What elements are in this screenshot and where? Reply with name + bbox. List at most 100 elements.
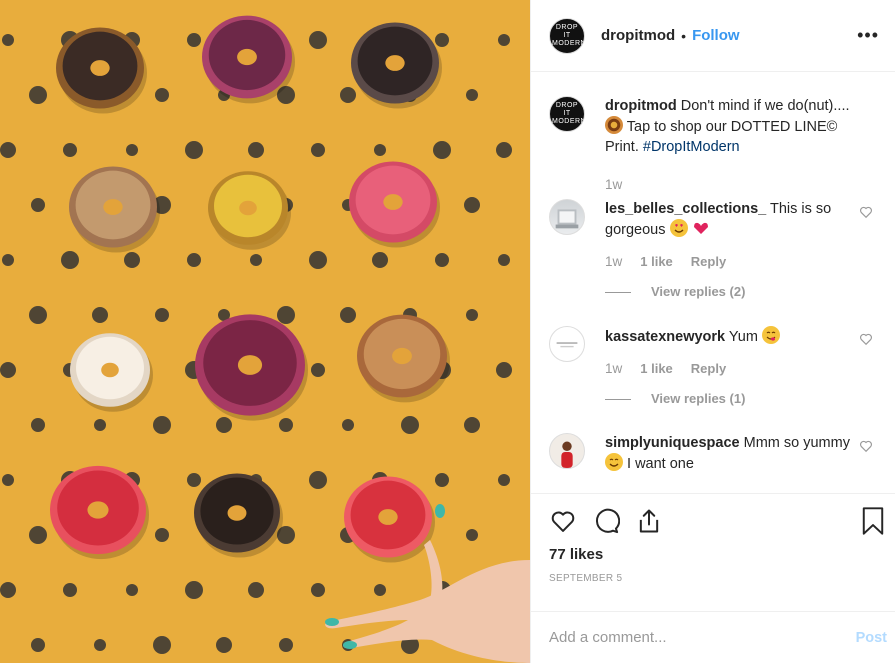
comment-text-start: Mmm so yummy bbox=[743, 435, 850, 451]
comment-age[interactable]: 1w bbox=[605, 252, 622, 272]
pegboard-dot bbox=[433, 141, 451, 159]
heart-icon[interactable] bbox=[549, 507, 577, 535]
pegboard-dot bbox=[311, 363, 325, 377]
pegboard-dot bbox=[2, 34, 14, 46]
pegboard-dot bbox=[279, 638, 293, 652]
pegboard-dot bbox=[435, 473, 449, 487]
comment-username[interactable]: kassatexnewyork bbox=[605, 329, 725, 345]
caption-body: dropitmod Don't mind if we do(nut).... T… bbox=[605, 96, 865, 195]
bookmark-icon[interactable] bbox=[859, 506, 887, 536]
commenter-avatar[interactable] bbox=[549, 326, 585, 362]
comment-likes[interactable]: 1 like bbox=[640, 359, 673, 379]
donut-hole bbox=[90, 60, 110, 76]
post-viewer: DROP IT MODERN dropitmod • Follow ••• DR… bbox=[0, 0, 895, 663]
commenter-avatar[interactable] bbox=[549, 433, 585, 469]
pegboard-dot bbox=[216, 637, 232, 653]
commenter-avatar[interactable] bbox=[549, 199, 585, 235]
pegboard-dot bbox=[309, 251, 327, 269]
caption-username[interactable]: dropitmod bbox=[605, 98, 677, 114]
pegboard-dot bbox=[466, 309, 478, 321]
post-header: DROP IT MODERN dropitmod • Follow ••• bbox=[531, 0, 895, 72]
comment-age[interactable]: 1w bbox=[605, 359, 622, 379]
avatar-person-icon bbox=[561, 441, 573, 468]
comment-item: kassatexnewyork Yum 1w 1 like Reply View… bbox=[549, 326, 879, 409]
like-count[interactable]: 77 likes bbox=[549, 546, 877, 563]
post-comment-button[interactable]: Post bbox=[856, 630, 887, 646]
post-actions: 77 likes SEPTEMBER 5 bbox=[531, 493, 895, 611]
more-options-icon[interactable]: ••• bbox=[857, 25, 879, 46]
caption-age[interactable]: 1w bbox=[605, 175, 622, 195]
donut-hole bbox=[378, 509, 398, 525]
post-side-panel: DROP IT MODERN dropitmod • Follow ••• DR… bbox=[530, 0, 895, 663]
like-comment-heart-icon[interactable] bbox=[859, 205, 873, 219]
donut-photo-image bbox=[0, 0, 530, 663]
pegboard-dot bbox=[155, 308, 169, 322]
view-replies-label[interactable]: View replies (2) bbox=[651, 282, 745, 302]
comment-text: Yum bbox=[728, 329, 758, 345]
share-icon[interactable] bbox=[635, 507, 663, 535]
view-replies[interactable]: View replies (1) bbox=[605, 389, 865, 409]
comment-body: kassatexnewyork Yum 1w 1 like Reply View… bbox=[605, 326, 865, 409]
pegboard-dot bbox=[187, 253, 201, 267]
caption-avatar[interactable]: DROP IT MODERN bbox=[549, 96, 585, 132]
pegboard-dot bbox=[126, 584, 138, 596]
comment-input[interactable] bbox=[549, 629, 856, 646]
donut-hole bbox=[101, 362, 119, 378]
pegboard-dot bbox=[496, 142, 512, 158]
comment-body: simplyuniquespace Mmm so yummy I want on… bbox=[605, 433, 865, 474]
pegboard-dot bbox=[498, 254, 510, 266]
pegboard-dot bbox=[464, 197, 480, 213]
comment-username[interactable]: les_belles_collections_ bbox=[605, 201, 766, 217]
pegboard-dot bbox=[496, 362, 512, 378]
pegboard-dot bbox=[372, 252, 388, 268]
post-photo[interactable] bbox=[0, 0, 530, 663]
view-replies[interactable]: View replies (2) bbox=[605, 282, 865, 302]
heart-eyes-emoji-icon bbox=[669, 219, 688, 237]
pegboard-dot bbox=[61, 251, 79, 269]
caption-text-start: Don't mind if we do(nut).... bbox=[680, 98, 850, 114]
pegboard-dot bbox=[153, 636, 171, 654]
donut-hole bbox=[87, 501, 109, 519]
pegboard-dot bbox=[435, 33, 449, 47]
comment-icon[interactable] bbox=[592, 507, 620, 535]
author-avatar[interactable]: DROP IT MODERN bbox=[549, 17, 585, 54]
comments-list[interactable]: DROP IT MODERN dropitmod Don't mind if w… bbox=[531, 72, 895, 493]
view-replies-line bbox=[605, 291, 631, 293]
pegboard-dot bbox=[124, 252, 140, 268]
pegboard-dot bbox=[153, 416, 171, 434]
donut-hole bbox=[103, 199, 123, 215]
follow-button[interactable]: Follow bbox=[692, 27, 740, 44]
donut-emoji-icon bbox=[605, 116, 623, 134]
reply-button[interactable]: Reply bbox=[691, 252, 726, 272]
pegboard-dot bbox=[31, 198, 45, 212]
reply-button[interactable]: Reply bbox=[691, 359, 726, 379]
comment-item: simplyuniquespace Mmm so yummy I want on… bbox=[549, 433, 879, 474]
fingernail bbox=[325, 618, 339, 626]
like-comment-heart-icon[interactable] bbox=[859, 332, 873, 346]
pegboard-dot bbox=[435, 253, 449, 267]
two-hearts-emoji-icon bbox=[692, 219, 710, 237]
caption: DROP IT MODERN dropitmod Don't mind if w… bbox=[549, 96, 879, 195]
post-date[interactable]: SEPTEMBER 5 bbox=[549, 573, 877, 584]
pegboard-dot bbox=[340, 87, 356, 103]
pegboard-dot bbox=[0, 142, 16, 158]
comment-username[interactable]: simplyuniquespace bbox=[605, 435, 740, 451]
pegboard-dot bbox=[185, 581, 203, 599]
pegboard-dot bbox=[309, 31, 327, 49]
pegboard-dot bbox=[94, 639, 106, 651]
pegboard-dot bbox=[342, 419, 354, 431]
view-replies-label[interactable]: View replies (1) bbox=[651, 389, 745, 409]
pegboard-dot bbox=[31, 418, 45, 432]
like-comment-heart-icon[interactable] bbox=[859, 439, 873, 453]
pegboard-dot bbox=[279, 418, 293, 432]
comment-likes[interactable]: 1 like bbox=[640, 252, 673, 272]
comment-meta: 1w 1 like Reply bbox=[605, 252, 865, 272]
pegboard-dot bbox=[187, 473, 201, 487]
caption-hashtag[interactable]: #DropItModern bbox=[643, 139, 740, 155]
author-username[interactable]: dropitmod bbox=[601, 27, 675, 44]
pegboard-dot bbox=[340, 307, 356, 323]
caption-meta: 1w bbox=[605, 175, 865, 195]
pegboard-dot bbox=[401, 416, 419, 434]
pegboard-dot bbox=[185, 141, 203, 159]
pegboard-dot bbox=[0, 582, 16, 598]
